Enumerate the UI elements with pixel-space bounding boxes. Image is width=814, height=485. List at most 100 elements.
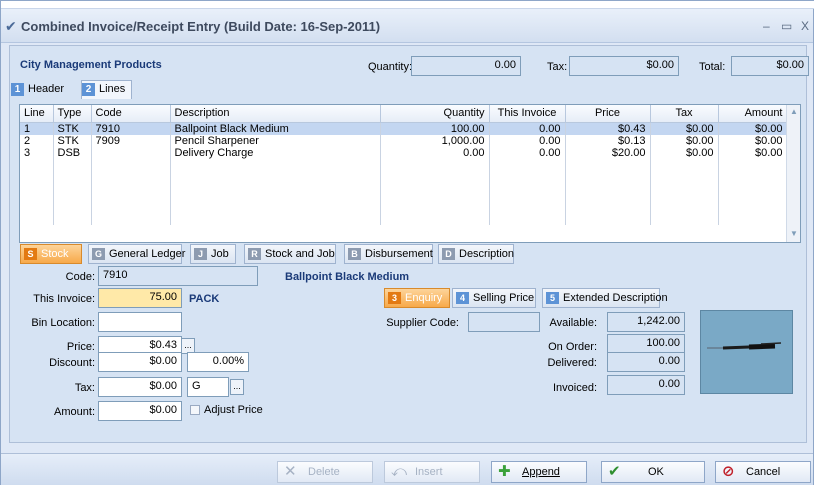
cell-tax: $0.00: [650, 134, 719, 147]
tab-header[interactable]: 1 Header: [11, 81, 64, 97]
this-invoice-input[interactable]: 75.00: [98, 288, 182, 308]
lines-grid[interactable]: Line Type Code Description Quantity This…: [19, 104, 801, 243]
maximize-button[interactable]: ▭: [781, 19, 792, 33]
ok-label: OK: [648, 466, 664, 478]
type-disbursement-button[interactable]: B Disbursement: [344, 244, 433, 264]
button-bar: ✕ Delete ⤺ Insert ✚ Append ✔ OK ⊘ Cancel: [1, 453, 813, 485]
col-line[interactable]: Line: [20, 105, 54, 123]
bin-location-input[interactable]: [98, 312, 182, 332]
quantity-label: Quantity:: [368, 61, 413, 73]
grid-header-row: Line Type Code Description Quantity This…: [20, 105, 788, 123]
cell-code: [91, 146, 171, 159]
grid-scrollbar[interactable]: ▲ ▼: [786, 105, 800, 242]
amount-label: Amount:: [54, 406, 95, 418]
type-general-ledger-label: General Ledger: [109, 248, 186, 260]
col-description[interactable]: Description: [170, 105, 381, 123]
cancel-button[interactable]: ⊘ Cancel: [715, 461, 811, 483]
ballpoint-pen-icon: [707, 342, 782, 350]
key-r-icon: R: [248, 248, 261, 260]
cell-this-invoice: 0.00: [489, 122, 566, 135]
cell-description: Pencil Sharpener: [170, 134, 381, 147]
cell-tax: $0.00: [650, 122, 719, 135]
adjust-price-label: Adjust Price: [204, 404, 263, 416]
pencil-check-icon: ✔: [5, 18, 17, 34]
key-4-icon: 4: [456, 292, 469, 304]
col-code[interactable]: Code: [91, 105, 171, 123]
bin-location-label: Bin Location:: [31, 317, 95, 329]
extended-description-tab[interactable]: 5 Extended Description: [542, 288, 668, 308]
delete-x-icon: ✕: [284, 463, 297, 480]
cell-price: $0.43: [565, 122, 651, 135]
cell-quantity: 1,000.00: [380, 134, 490, 147]
col-quantity[interactable]: Quantity: [380, 105, 490, 123]
top-strip: [1, 1, 814, 9]
cell-tax: $0.00: [650, 146, 719, 159]
table-row[interactable]: 3 DSB Delivery Charge 0.00 0.00 $20.00 $…: [20, 146, 788, 159]
append-label: Append: [522, 466, 560, 478]
cell-amount: $0.00: [718, 134, 788, 147]
cancel-label: Cancel: [746, 466, 781, 478]
cell-line: 1: [20, 122, 54, 135]
tab-lines[interactable]: 2 Lines: [81, 80, 133, 99]
cell-amount: $0.00: [718, 146, 788, 159]
insert-button[interactable]: ⤺ Insert: [384, 461, 480, 483]
quantity-total-field: 0.00: [411, 56, 521, 76]
title-bar: ✔ Combined Invoice/Receipt Entry (Build …: [1, 9, 813, 43]
tax-label-detail: Tax:: [74, 382, 95, 394]
enquiry-tab[interactable]: 3 Enquiry: [384, 288, 450, 308]
append-button[interactable]: ✚ Append: [491, 461, 587, 483]
tax-input[interactable]: $0.00: [98, 377, 182, 397]
delivered-label: Delivered:: [547, 357, 597, 369]
scroll-up-icon[interactable]: ▲: [790, 107, 798, 116]
cell-this-invoice: 0.00: [489, 134, 566, 147]
table-row[interactable]: 1 STK 7910 Ballpoint Black Medium 100.00…: [20, 122, 788, 135]
amount-input[interactable]: $0.00: [98, 401, 182, 421]
type-description-button[interactable]: D Description: [438, 244, 514, 264]
adjust-price-checkbox[interactable]: [190, 405, 200, 415]
type-general-ledger-button[interactable]: G General Ledger: [88, 244, 186, 264]
cell-amount: $0.00: [718, 122, 788, 135]
cell-line: 3: [20, 146, 54, 159]
total-label: Total:: [699, 61, 726, 73]
cell-type: STK: [53, 134, 92, 147]
scroll-down-icon[interactable]: ▼: [790, 229, 798, 238]
insert-label: Insert: [415, 466, 443, 478]
ok-button[interactable]: ✔ OK: [601, 461, 705, 483]
col-amount[interactable]: Amount: [718, 105, 788, 123]
product-image: [700, 310, 793, 394]
col-tax[interactable]: Tax: [650, 105, 719, 123]
tax-label: Tax:: [547, 61, 568, 73]
key-g-icon: G: [92, 248, 105, 260]
discount-input[interactable]: $0.00: [98, 352, 182, 372]
col-this-invoice[interactable]: This Invoice: [489, 105, 566, 123]
on-order-field: 100.00: [607, 334, 685, 354]
selling-price-tab[interactable]: 4 Selling Price: [452, 288, 536, 308]
key-b-icon: B: [348, 248, 361, 260]
col-price[interactable]: Price: [565, 105, 651, 123]
cell-quantity: 0.00: [380, 146, 490, 159]
cell-code: 7909: [91, 134, 171, 147]
delete-button[interactable]: ✕ Delete: [277, 461, 373, 483]
tax-code-input[interactable]: G: [187, 377, 229, 397]
invoice-window: ✔ Combined Invoice/Receipt Entry (Build …: [0, 0, 814, 485]
type-job-button[interactable]: J Job: [190, 244, 236, 264]
discount-percent-input[interactable]: 0.00%: [187, 352, 249, 372]
empty-row: [20, 158, 788, 225]
tax-code-lookup-button[interactable]: ...: [230, 379, 244, 395]
col-type[interactable]: Type: [53, 105, 92, 123]
item-description: Ballpoint Black Medium: [285, 271, 410, 283]
tab-header-label: Header: [28, 83, 65, 95]
cell-quantity: 100.00: [380, 122, 490, 135]
minimize-button[interactable]: –: [763, 19, 770, 33]
close-button[interactable]: X: [801, 19, 809, 33]
cell-price: $0.13: [565, 134, 651, 147]
type-stock-label: Stock: [41, 248, 69, 260]
supplier-code-field: [468, 312, 540, 332]
extended-description-tab-label: Extended Description: [563, 292, 668, 304]
key-5-icon: 5: [546, 292, 559, 304]
tab-number-2: 2: [82, 83, 95, 96]
type-stock-button[interactable]: S Stock: [20, 244, 82, 264]
type-stock-and-job-button[interactable]: R Stock and Job: [244, 244, 336, 264]
plus-icon: ✚: [498, 463, 511, 480]
table-row[interactable]: 2 STK 7909 Pencil Sharpener 1,000.00 0.0…: [20, 134, 788, 147]
